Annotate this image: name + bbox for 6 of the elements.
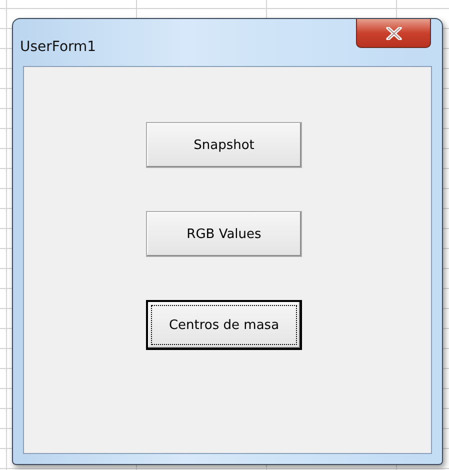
close-icon xyxy=(386,26,402,40)
window-title: UserForm1 xyxy=(20,38,96,54)
form-button[interactable]: Snapshot xyxy=(146,122,302,168)
close-button[interactable] xyxy=(356,19,431,48)
form-button[interactable]: RGB Values xyxy=(146,211,302,257)
form-button[interactable]: Centros de masa xyxy=(146,300,302,350)
